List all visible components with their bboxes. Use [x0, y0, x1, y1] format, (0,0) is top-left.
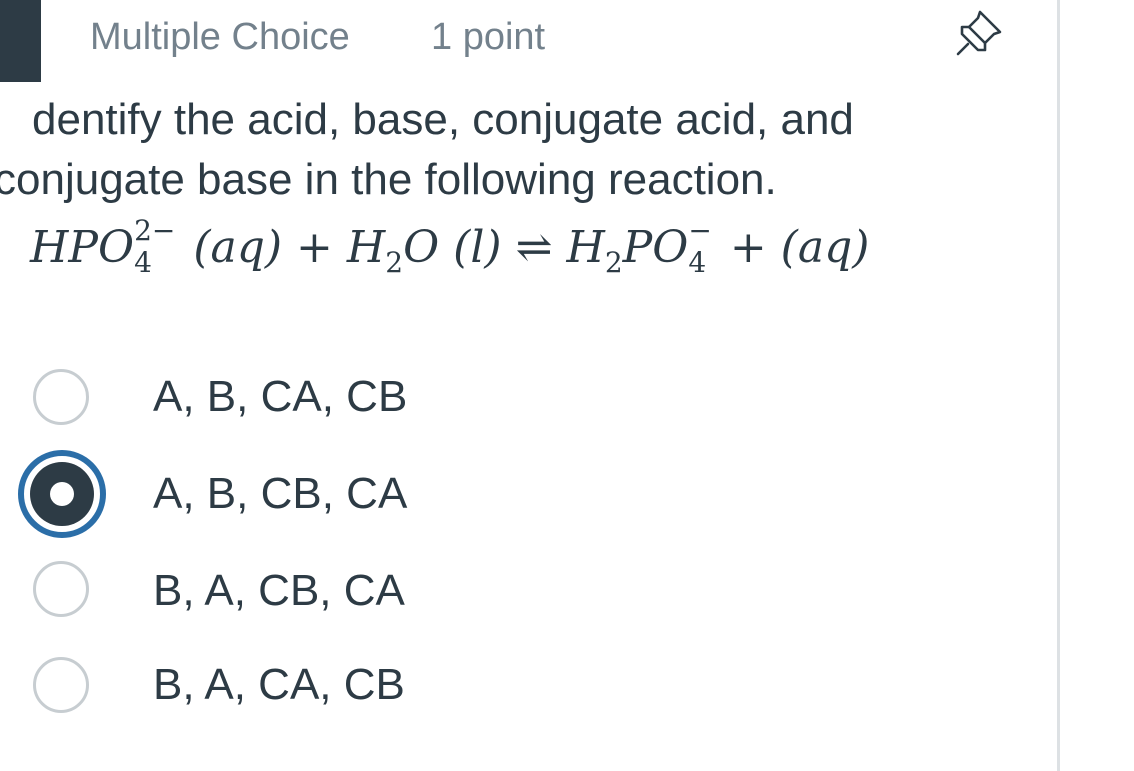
question-side-tab: [0, 0, 41, 82]
radio-button-unselected[interactable]: [33, 369, 89, 425]
eq-po-charge: −: [688, 213, 712, 247]
question-line-2: conjugate base in the following reaction…: [0, 150, 1000, 210]
question-type-label: Multiple Choice: [90, 16, 350, 58]
eq-po-scripts: −4: [688, 213, 712, 279]
answer-option-2[interactable]: A, B, CB, CA: [0, 450, 1000, 540]
radio-button-selected[interactable]: [18, 450, 106, 538]
eq-aq-plus-h: (aq) + H: [193, 222, 386, 273]
equilibrium-arrow: ⇌: [515, 222, 553, 273]
question-points-label: 1 point: [431, 16, 546, 58]
eq-hpo-charge: 2−: [134, 213, 176, 247]
radio-button-unselected[interactable]: [33, 657, 89, 713]
eq-po: PO: [622, 222, 689, 273]
eq-po-subscript: 4: [688, 245, 707, 279]
reaction-equation: HPO 2− 4 (aq) + H2O (l) ⇌ H2PO −4 + (aq): [30, 208, 869, 303]
question-text: dentify the acid, base, conjugate acid, …: [0, 90, 1000, 210]
pushpin-icon-svg: [956, 10, 1002, 56]
panel-border: [1057, 0, 1060, 771]
answer-option-4[interactable]: B, A, CA, CB: [0, 643, 1000, 733]
eq-hpo-subscript: 4: [134, 245, 152, 279]
pushpin-icon[interactable]: [952, 6, 1006, 60]
question-line-1: dentify the acid, base, conjugate acid, …: [0, 90, 1000, 150]
question-line-1-text: dentify the acid, base, conjugate acid, …: [32, 95, 854, 144]
radio-selected-ring: [30, 462, 94, 526]
eq-hpo: HPO: [30, 222, 135, 273]
eq-hpo-scripts: 2− 4: [134, 213, 176, 279]
answer-option-label: B, A, CA, CB: [153, 660, 405, 709]
radio-selected-dot: [50, 482, 74, 506]
eq-o-l: O (l): [403, 222, 502, 273]
answer-option-1[interactable]: A, B, CA, CB: [0, 355, 1000, 445]
question-line-2-text: conjugate base in the following reaction…: [0, 155, 777, 204]
eq-h2-subscript: 2: [385, 245, 404, 279]
eq-plus-aq: + (aq): [729, 222, 870, 273]
eq-h: H: [566, 222, 605, 273]
eq-h2po-subscript: 2: [604, 245, 623, 279]
radio-button-unselected[interactable]: [33, 561, 89, 617]
answer-option-3[interactable]: B, A, CB, CA: [0, 547, 1000, 637]
answer-option-label: B, A, CB, CA: [153, 566, 405, 615]
answer-option-label: A, B, CB, CA: [153, 469, 408, 518]
answer-option-label: A, B, CA, CB: [153, 372, 408, 421]
